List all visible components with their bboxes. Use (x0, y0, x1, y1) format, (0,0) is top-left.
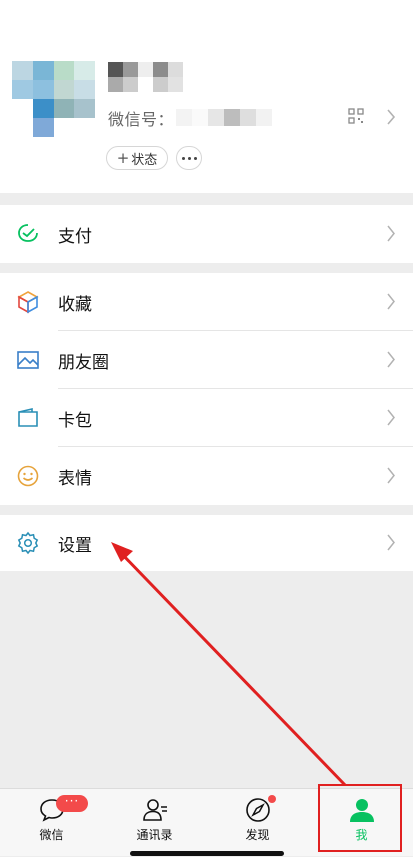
menu-label-settings: 设置 (58, 535, 92, 556)
chevron-right-icon (387, 534, 395, 551)
chevron-right-icon[interactable] (386, 108, 396, 126)
menu-label-stickers: 表情 (58, 468, 92, 489)
contacts-icon (142, 799, 167, 821)
plus-icon: + (116, 149, 130, 167)
smiley-icon (17, 465, 39, 487)
tab-contacts[interactable]: 通讯录 (103, 789, 206, 857)
menu-item-stickers[interactable]: 表情 (0, 447, 413, 505)
menu-label-cards: 卡包 (58, 410, 92, 431)
chevron-right-icon (387, 351, 395, 368)
qr-code-icon[interactable] (348, 108, 364, 124)
discover-badge-dot (268, 795, 276, 803)
tab-discover[interactable]: 发现 (206, 789, 309, 857)
menu-item-cards[interactable]: 卡包 (0, 389, 413, 447)
add-status-button[interactable]: + 状态 (106, 146, 168, 170)
nickname-pixelated (108, 62, 198, 92)
more-status-button[interactable] (176, 146, 202, 170)
menu-item-settings[interactable]: 设置 (0, 515, 413, 571)
chevron-right-icon (387, 467, 395, 484)
image-icon (17, 351, 39, 369)
status-label: 状态 (131, 152, 158, 168)
cube-icon (17, 291, 39, 314)
wechat-id-pixelated (176, 109, 272, 126)
wechat-id-label: 微信号： (108, 110, 175, 129)
menu-label-moments: 朋友圈 (58, 352, 109, 373)
chevron-right-icon (387, 225, 395, 242)
menu-label-favorites: 收藏 (58, 294, 92, 315)
home-indicator (130, 851, 284, 856)
chevron-right-icon (387, 293, 395, 310)
tab-label-discover: 发现 (245, 828, 270, 842)
pay-icon (18, 224, 38, 242)
menu-item-favorites[interactable]: 收藏 (0, 273, 413, 331)
annotation-highlight-box (318, 784, 402, 852)
wallet-icon (18, 407, 38, 427)
tab-label-chats: 微信 (39, 828, 64, 842)
tab-chats[interactable]: 微信 ··· (0, 789, 103, 857)
avatar[interactable] (12, 61, 95, 137)
unread-badge: ··· (56, 795, 88, 812)
gear-icon (17, 531, 39, 555)
chevron-right-icon (387, 409, 395, 426)
menu-label-pay: 支付 (58, 226, 92, 247)
menu-item-pay[interactable]: 支付 (0, 205, 413, 263)
profile-header[interactable]: 微信号： + 状态 (0, 0, 413, 193)
menu-item-moments[interactable]: 朋友圈 (0, 331, 413, 389)
tab-label-contacts: 通讯录 (136, 828, 173, 842)
